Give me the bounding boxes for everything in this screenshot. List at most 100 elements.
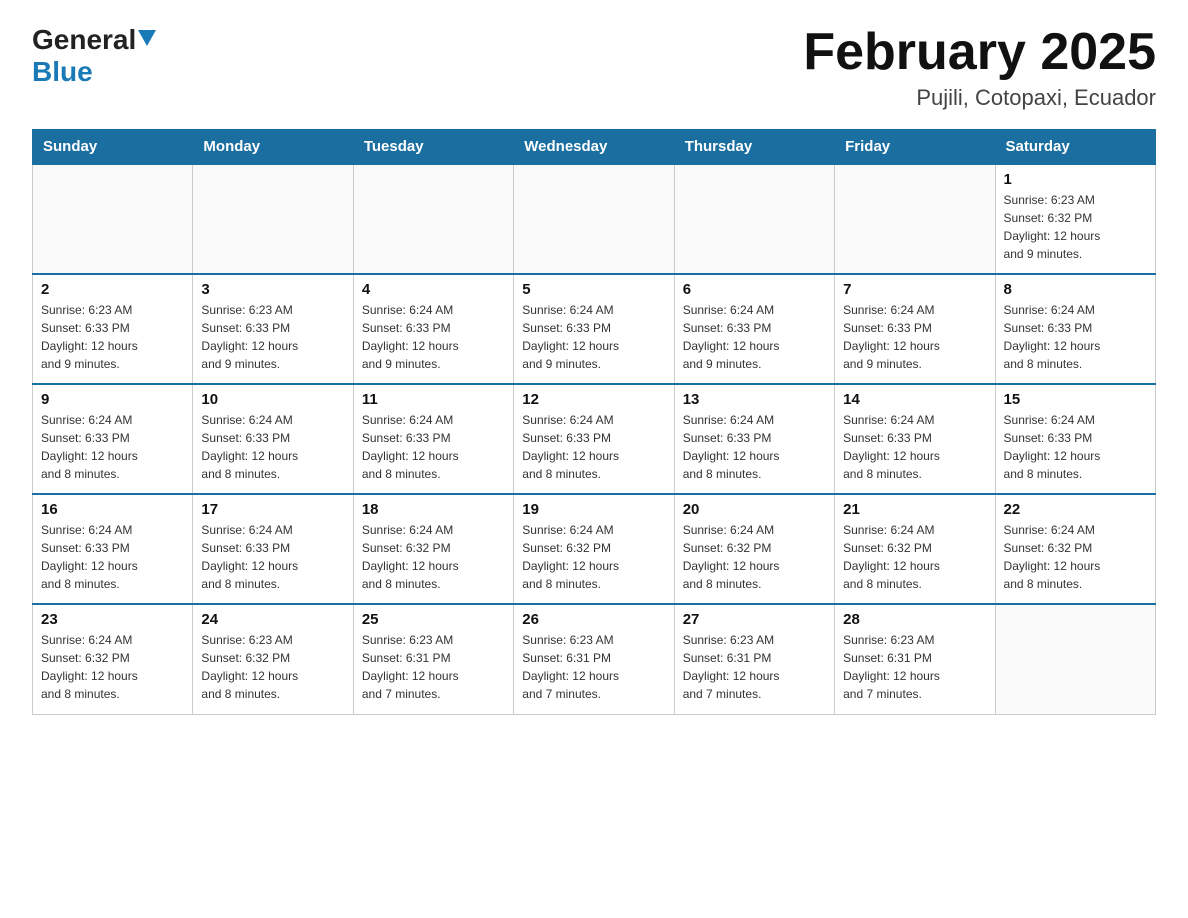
day-info: Sunrise: 6:24 AM Sunset: 6:32 PM Dayligh… — [843, 521, 986, 593]
day-number: 11 — [362, 391, 505, 408]
table-row: 17 Sunrise: 6:24 AM Sunset: 6:33 PM Dayli… — [193, 494, 353, 604]
logo-blue-text: Blue — [32, 56, 93, 87]
day-number: 1 — [1004, 171, 1147, 188]
day-info: Sunrise: 6:23 AM Sunset: 6:32 PM Dayligh… — [1004, 191, 1147, 263]
table-row: 22 Sunrise: 6:24 AM Sunset: 6:32 PM Dayli… — [995, 494, 1155, 604]
day-number: 2 — [41, 281, 184, 298]
day-info: Sunrise: 6:24 AM Sunset: 6:32 PM Dayligh… — [362, 521, 505, 593]
table-row: 24 Sunrise: 6:23 AM Sunset: 6:32 PM Dayli… — [193, 604, 353, 714]
day-number: 17 — [201, 501, 344, 518]
table-row: 28Sunrise: 6:23 AM Sunset: 6:31 PM Dayli… — [835, 604, 995, 714]
day-number: 13 — [683, 391, 826, 408]
table-row: 2 Sunrise: 6:23 AM Sunset: 6:33 PM Daylig… — [33, 274, 193, 384]
day-number: 9 — [41, 391, 184, 408]
day-number: 22 — [1004, 501, 1147, 518]
day-info: Sunrise: 6:24 AM Sunset: 6:33 PM Dayligh… — [201, 411, 344, 483]
week-row: 23 Sunrise: 6:24 AM Sunset: 6:32 PM Dayli… — [33, 604, 1156, 714]
logo: General Blue — [32, 24, 156, 88]
day-info: Sunrise: 6:23 AM Sunset: 6:33 PM Dayligh… — [41, 301, 184, 373]
weekday-header-row: Sunday Monday Tuesday Wednesday Thursday… — [33, 130, 1156, 165]
table-row: 16 Sunrise: 6:24 AM Sunset: 6:33 PM Dayli… — [33, 494, 193, 604]
week-row: 2 Sunrise: 6:23 AM Sunset: 6:33 PM Daylig… — [33, 274, 1156, 384]
day-number: 6 — [683, 281, 826, 298]
header-thursday: Thursday — [674, 130, 834, 165]
table-row: 1 Sunrise: 6:23 AM Sunset: 6:32 PM Daylig… — [995, 164, 1155, 274]
table-row: 5 Sunrise: 6:24 AM Sunset: 6:33 PM Daylig… — [514, 274, 674, 384]
day-number: 16 — [41, 501, 184, 518]
day-info: Sunrise: 6:24 AM Sunset: 6:33 PM Dayligh… — [843, 301, 986, 373]
week-row: 16 Sunrise: 6:24 AM Sunset: 6:33 PM Dayli… — [33, 494, 1156, 604]
header-tuesday: Tuesday — [353, 130, 513, 165]
calendar-table: Sunday Monday Tuesday Wednesday Thursday… — [32, 129, 1156, 715]
day-info: Sunrise: 6:24 AM Sunset: 6:33 PM Dayligh… — [362, 301, 505, 373]
day-info: Sunrise: 6:23 AM Sunset: 6:31 PM Dayligh… — [843, 631, 986, 703]
table-row: 15 Sunrise: 6:24 AM Sunset: 6:33 PM Dayli… — [995, 384, 1155, 494]
day-number: 18 — [362, 501, 505, 518]
table-row: 11 Sunrise: 6:24 AM Sunset: 6:33 PM Dayli… — [353, 384, 513, 494]
day-info: Sunrise: 6:24 AM Sunset: 6:32 PM Dayligh… — [522, 521, 665, 593]
day-number: 24 — [201, 611, 344, 628]
table-row: 27Sunrise: 6:23 AM Sunset: 6:31 PM Dayli… — [674, 604, 834, 714]
day-number: 25 — [362, 611, 505, 628]
day-number: 8 — [1004, 281, 1147, 298]
day-number: 10 — [201, 391, 344, 408]
day-number: 5 — [522, 281, 665, 298]
day-info: Sunrise: 6:24 AM Sunset: 6:33 PM Dayligh… — [1004, 301, 1147, 373]
table-row: 7 Sunrise: 6:24 AM Sunset: 6:33 PM Daylig… — [835, 274, 995, 384]
header-monday: Monday — [193, 130, 353, 165]
day-info: Sunrise: 6:24 AM Sunset: 6:33 PM Dayligh… — [41, 521, 184, 593]
day-number: 23 — [41, 611, 184, 628]
logo-arrow-icon — [138, 30, 156, 51]
day-info: Sunrise: 6:23 AM Sunset: 6:31 PM Dayligh… — [522, 631, 665, 703]
day-number: 27 — [683, 611, 826, 628]
day-number: 21 — [843, 501, 986, 518]
table-row — [995, 604, 1155, 714]
day-info: Sunrise: 6:24 AM Sunset: 6:33 PM Dayligh… — [201, 521, 344, 593]
week-row: 1 Sunrise: 6:23 AM Sunset: 6:32 PM Daylig… — [33, 164, 1156, 274]
header-saturday: Saturday — [995, 130, 1155, 165]
table-row: 14Sunrise: 6:24 AM Sunset: 6:33 PM Dayli… — [835, 384, 995, 494]
logo-general-text: General — [32, 24, 136, 56]
table-row — [674, 164, 834, 274]
table-row: 13 Sunrise: 6:24 AM Sunset: 6:33 PM Dayli… — [674, 384, 834, 494]
table-row: 21 Sunrise: 6:24 AM Sunset: 6:32 PM Dayli… — [835, 494, 995, 604]
day-info: Sunrise: 6:24 AM Sunset: 6:33 PM Dayligh… — [522, 301, 665, 373]
page-header: General Blue February 2025 Pujili, Cotop… — [32, 24, 1156, 111]
table-row — [353, 164, 513, 274]
table-row: 4 Sunrise: 6:24 AM Sunset: 6:33 PM Daylig… — [353, 274, 513, 384]
day-number: 15 — [1004, 391, 1147, 408]
day-number: 20 — [683, 501, 826, 518]
header-sunday: Sunday — [33, 130, 193, 165]
day-info: Sunrise: 6:24 AM Sunset: 6:32 PM Dayligh… — [41, 631, 184, 703]
day-number: 26 — [522, 611, 665, 628]
week-row: 9 Sunrise: 6:24 AM Sunset: 6:33 PM Daylig… — [33, 384, 1156, 494]
table-row: 3Sunrise: 6:23 AM Sunset: 6:33 PM Daylig… — [193, 274, 353, 384]
day-info: Sunrise: 6:24 AM Sunset: 6:32 PM Dayligh… — [1004, 521, 1147, 593]
table-row — [514, 164, 674, 274]
day-number: 12 — [522, 391, 665, 408]
table-row: 9Sunrise: 6:24 AM Sunset: 6:33 PM Daylig… — [33, 384, 193, 494]
day-info: Sunrise: 6:24 AM Sunset: 6:33 PM Dayligh… — [522, 411, 665, 483]
day-info: Sunrise: 6:24 AM Sunset: 6:33 PM Dayligh… — [683, 411, 826, 483]
month-title: February 2025 — [803, 24, 1156, 81]
day-info: Sunrise: 6:23 AM Sunset: 6:32 PM Dayligh… — [201, 631, 344, 703]
day-info: Sunrise: 6:24 AM Sunset: 6:33 PM Dayligh… — [362, 411, 505, 483]
day-info: Sunrise: 6:24 AM Sunset: 6:32 PM Dayligh… — [683, 521, 826, 593]
table-row: 18 Sunrise: 6:24 AM Sunset: 6:32 PM Dayli… — [353, 494, 513, 604]
day-info: Sunrise: 6:24 AM Sunset: 6:33 PM Dayligh… — [1004, 411, 1147, 483]
table-row: 26 Sunrise: 6:23 AM Sunset: 6:31 PM Dayli… — [514, 604, 674, 714]
header-wednesday: Wednesday — [514, 130, 674, 165]
table-row: 12 Sunrise: 6:24 AM Sunset: 6:33 PM Dayli… — [514, 384, 674, 494]
table-row — [835, 164, 995, 274]
table-row: 8 Sunrise: 6:24 AM Sunset: 6:33 PM Daylig… — [995, 274, 1155, 384]
table-row: 20 Sunrise: 6:24 AM Sunset: 6:32 PM Dayli… — [674, 494, 834, 604]
table-row: 25Sunrise: 6:23 AM Sunset: 6:31 PM Dayli… — [353, 604, 513, 714]
table-row: 19Sunrise: 6:24 AM Sunset: 6:32 PM Dayli… — [514, 494, 674, 604]
table-row: 23 Sunrise: 6:24 AM Sunset: 6:32 PM Dayli… — [33, 604, 193, 714]
day-number: 4 — [362, 281, 505, 298]
day-number: 3 — [201, 281, 344, 298]
day-info: Sunrise: 6:24 AM Sunset: 6:33 PM Dayligh… — [683, 301, 826, 373]
day-number: 7 — [843, 281, 986, 298]
day-info: Sunrise: 6:24 AM Sunset: 6:33 PM Dayligh… — [843, 411, 986, 483]
title-block: February 2025 Pujili, Cotopaxi, Ecuador — [803, 24, 1156, 111]
